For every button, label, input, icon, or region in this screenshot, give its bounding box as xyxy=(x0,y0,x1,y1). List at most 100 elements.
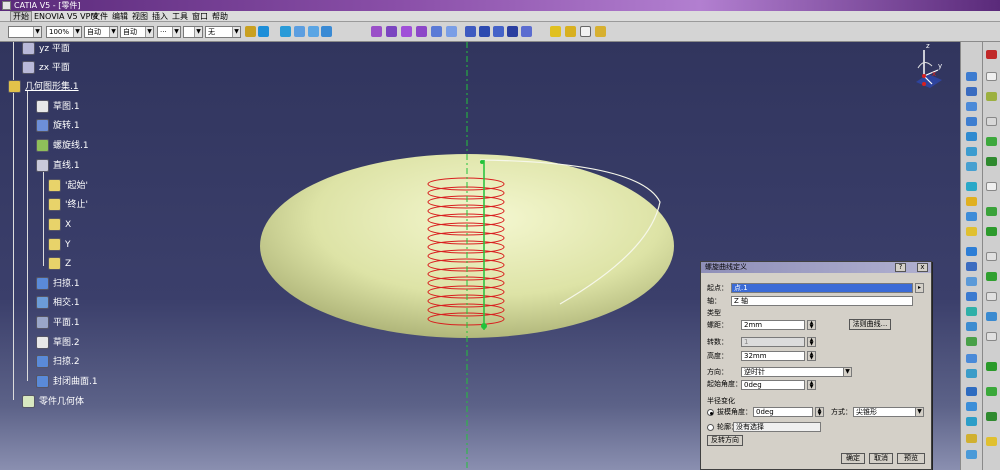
analysis-icon[interactable] xyxy=(565,26,576,37)
profile-radio[interactable] xyxy=(707,424,714,431)
tree-item-part-body[interactable]: 零件几何体 xyxy=(22,395,84,408)
tree-item-sketch-1[interactable]: 草图.1 xyxy=(36,100,80,113)
menu-enovia[interactable]: ENOVIA V5 VPM xyxy=(34,11,97,22)
paintbrush-icon[interactable] xyxy=(245,26,256,37)
start-angle-field[interactable]: 0deg xyxy=(741,380,805,390)
none-dropdown[interactable]: 无 ▼ xyxy=(205,26,241,38)
extrude-tool-icon[interactable] xyxy=(966,182,977,191)
linetype-dropdown[interactable]: 自动 ▼ xyxy=(84,26,118,38)
tree-item-zx-plane[interactable]: zx 平面 xyxy=(22,61,70,74)
pattern-tool-icon[interactable] xyxy=(966,450,977,459)
trim-draw-icon[interactable] xyxy=(986,362,997,371)
tree-item-x[interactable]: X xyxy=(48,218,71,231)
taper-field[interactable]: 0deg xyxy=(753,407,813,417)
split-icon[interactable] xyxy=(507,26,518,37)
tree-item-intersect-1[interactable]: 相交.1 xyxy=(36,296,80,309)
line-tool-icon[interactable] xyxy=(966,87,977,96)
tree-item-sketch-2[interactable]: 草图.2 xyxy=(36,336,80,349)
sphere-icon[interactable] xyxy=(401,26,412,37)
color-dropdown[interactable]: ▼ xyxy=(8,26,42,38)
zoom-dropdown[interactable]: 100% ▼ xyxy=(46,26,82,38)
lineweight-dropdown[interactable]: 自动 ▼ xyxy=(120,26,154,38)
tree-item-sweep-1[interactable]: 扫掠.1 xyxy=(36,277,80,290)
join-tool-icon[interactable] xyxy=(966,277,977,286)
boundary-icon[interactable] xyxy=(465,26,476,37)
sphere-tool-icon[interactable] xyxy=(966,212,977,221)
plane-icon[interactable] xyxy=(294,26,305,37)
select-tool-icon[interactable] xyxy=(986,72,997,81)
fill-tool-icon[interactable] xyxy=(966,247,977,256)
tree-item-plane-1[interactable]: 平面.1 xyxy=(36,316,80,329)
pitch-spinner[interactable]: ▲ ▼ xyxy=(807,320,816,330)
point-tool-icon[interactable] xyxy=(966,72,977,81)
sweep-icon[interactable] xyxy=(431,26,442,37)
trim-tool-icon[interactable] xyxy=(966,322,977,331)
tree-item-start[interactable]: '起始' xyxy=(48,179,88,192)
sketch-icon[interactable] xyxy=(280,26,291,37)
extract-icon[interactable] xyxy=(479,26,490,37)
mirror-draw-icon[interactable] xyxy=(986,387,997,396)
height-field[interactable]: 32mm xyxy=(741,351,805,361)
direction-select[interactable]: 逆时针 xyxy=(741,367,851,377)
boundary-tool-icon[interactable] xyxy=(966,337,977,346)
sketcher-tool-icon[interactable] xyxy=(986,50,997,59)
start-point-field[interactable]: 点.1 xyxy=(731,283,913,293)
tree-item-sweep-2[interactable]: 扫掠.2 xyxy=(36,355,80,368)
chevron-down-icon[interactable]: ▼ xyxy=(915,407,924,417)
line-draw-icon[interactable] xyxy=(986,227,997,236)
tree-item-helix-1[interactable]: 螺旋线.1 xyxy=(36,139,89,152)
trim-icon[interactable] xyxy=(521,26,532,37)
measure-icon[interactable] xyxy=(550,26,561,37)
menu-help[interactable]: 帮助 xyxy=(212,11,228,22)
menu-tools[interactable]: 工具 xyxy=(172,11,188,22)
formula-icon[interactable] xyxy=(595,26,606,37)
constraint-icon[interactable] xyxy=(986,292,997,301)
blend-tool-icon[interactable] xyxy=(966,262,977,271)
compass-widget[interactable]: z x y xyxy=(902,42,948,90)
tree-item-revolve-1[interactable]: 旋转.1 xyxy=(36,119,80,132)
fill-icon[interactable] xyxy=(446,26,457,37)
split-tool-icon[interactable] xyxy=(966,307,977,316)
healing-tool-icon[interactable] xyxy=(966,292,977,301)
help-button[interactable]: ? xyxy=(895,263,906,272)
revolve-icon[interactable] xyxy=(386,26,397,37)
properties-icon[interactable] xyxy=(258,26,269,37)
tree-item-yz-plane[interactable]: yz 平面 xyxy=(22,42,70,55)
pitch-field[interactable]: 2mm xyxy=(741,320,805,330)
reverse-direction-button[interactable]: 反转方向 xyxy=(707,435,743,446)
extrude-icon[interactable] xyxy=(371,26,382,37)
axis-icon[interactable] xyxy=(308,26,319,37)
way-select[interactable]: 尖锥形 xyxy=(853,407,923,417)
rectangle-tool-icon[interactable] xyxy=(986,137,997,146)
preview-button[interactable]: 预览 xyxy=(897,453,925,464)
positioned-sketch-icon[interactable] xyxy=(986,117,997,126)
point-dropdown[interactable]: ··· ▼ xyxy=(157,26,181,38)
tree-item-geometric-set[interactable]: 几何图形集.1 xyxy=(8,80,79,93)
ok-button[interactable]: 确定 xyxy=(841,453,865,464)
project-draw-icon[interactable] xyxy=(986,412,997,421)
point-icon[interactable] xyxy=(321,26,332,37)
tree-item-end[interactable]: '终止' xyxy=(48,198,88,211)
menu-file[interactable]: 文件 xyxy=(92,11,108,22)
cylinder-icon[interactable] xyxy=(416,26,427,37)
exit-sketch-icon[interactable] xyxy=(986,437,997,446)
height-spinner[interactable]: ▲ ▼ xyxy=(807,351,816,361)
circle-tool-icon[interactable] xyxy=(986,157,997,166)
check-icon[interactable] xyxy=(580,26,591,37)
chamfer-tool-icon[interactable] xyxy=(986,332,997,341)
layer-dropdown[interactable]: ▼ xyxy=(183,26,203,38)
turns-field[interactable]: 1 xyxy=(741,337,805,347)
axis-draw-icon[interactable] xyxy=(986,252,997,261)
axis-field[interactable]: Z 轴 xyxy=(731,296,913,306)
taper-spinner[interactable]: ▲ ▼ xyxy=(815,407,824,417)
point-draw-icon[interactable] xyxy=(986,272,997,281)
rotate-tool-icon[interactable] xyxy=(966,402,977,411)
tree-item-y[interactable]: Y xyxy=(48,238,71,251)
sketch-tool-icon[interactable] xyxy=(986,92,997,101)
helix-tool-icon[interactable] xyxy=(966,162,977,171)
profile-field[interactable]: 没有选择 xyxy=(733,422,821,432)
scaling-tool-icon[interactable] xyxy=(966,434,977,443)
turns-spinner[interactable]: ▲ ▼ xyxy=(807,337,816,347)
revolve-tool-icon[interactable] xyxy=(966,197,977,206)
tree-item-z[interactable]: Z xyxy=(48,257,71,270)
